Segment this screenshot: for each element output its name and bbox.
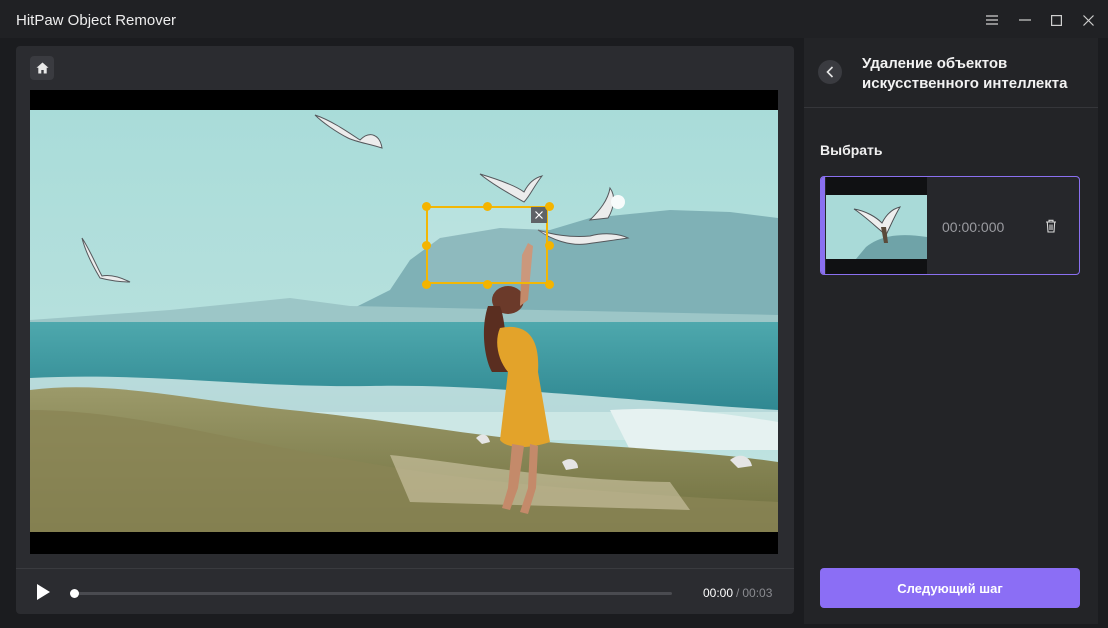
video-frame-image (30, 110, 778, 532)
time-display: 00:00/00:03 (703, 586, 772, 600)
trash-icon (1046, 219, 1056, 233)
total-time: 00:03 (742, 586, 773, 600)
resize-handle[interactable] (483, 280, 492, 289)
back-button[interactable] (818, 60, 842, 84)
close-icon (1082, 14, 1094, 26)
chevron-left-icon (826, 66, 834, 78)
thumbnail-image (826, 195, 927, 259)
resize-handle[interactable] (422, 280, 431, 289)
app-title: HitPaw Object Remover (16, 12, 177, 29)
minimize-button[interactable] (1014, 9, 1036, 31)
playback-controls: 00:00/00:03 (16, 568, 794, 614)
home-icon (36, 62, 48, 74)
object-removal-panel: Удаление объектов искусственного интелле… (804, 38, 1098, 624)
time-separator: / (736, 586, 740, 600)
resize-handle[interactable] (483, 202, 492, 211)
resize-handle[interactable] (545, 241, 554, 250)
resize-handle[interactable] (422, 241, 431, 250)
selection-time: 00:00:000 (942, 219, 1005, 235)
section-label: Выбрать (820, 142, 883, 158)
selection-thumbnail (826, 177, 927, 274)
video-preview[interactable] (30, 90, 778, 554)
video-editor-panel: 00:00/00:03 (16, 46, 794, 614)
home-button[interactable] (30, 56, 54, 80)
delete-selection-button[interactable] (1039, 214, 1063, 238)
scrubber-handle[interactable] (70, 589, 79, 598)
panel-title: Удаление объектов искусственного интелле… (862, 55, 1068, 92)
selection-card[interactable]: 00:00:000 (820, 176, 1080, 275)
play-button[interactable] (32, 581, 54, 603)
divider (804, 107, 1098, 108)
timeline-scrubber[interactable] (70, 589, 672, 598)
close-button[interactable] (1077, 9, 1099, 31)
maximize-button[interactable] (1045, 9, 1067, 31)
resize-handle[interactable] (545, 202, 554, 211)
menu-icon (986, 15, 998, 25)
menu-button[interactable] (981, 9, 1003, 31)
maximize-icon (1050, 14, 1062, 26)
minimize-icon (1019, 19, 1031, 21)
remove-selection-button[interactable] (531, 207, 547, 223)
current-time: 00:00 (703, 586, 734, 600)
object-selection-box[interactable] (426, 206, 548, 284)
resize-handle[interactable] (545, 280, 554, 289)
resize-handle[interactable] (422, 202, 431, 211)
play-icon (37, 584, 50, 600)
selection-accent (821, 177, 825, 274)
title-bar: HitPaw Object Remover (0, 0, 1108, 38)
close-icon (535, 211, 543, 219)
next-step-button[interactable]: Следующий шаг (820, 568, 1080, 608)
